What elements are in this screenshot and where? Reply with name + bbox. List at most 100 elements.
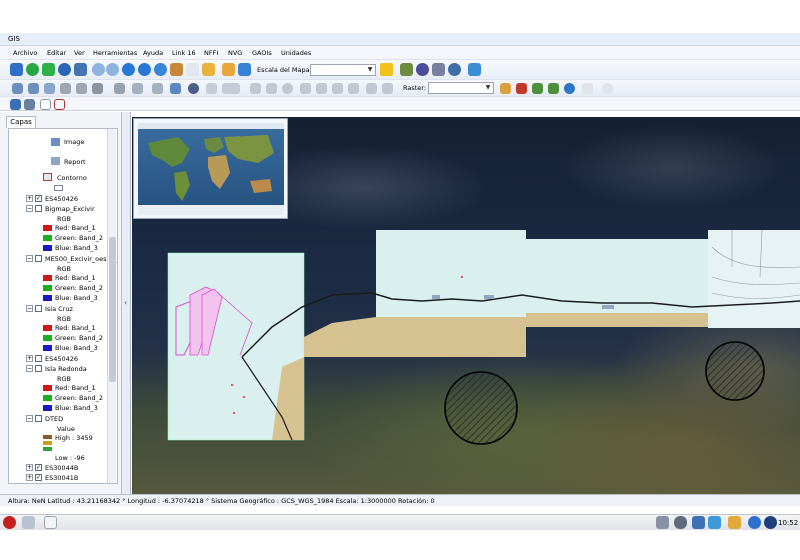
- settings-icon[interactable]: [432, 63, 445, 76]
- scale-combo[interactable]: ▼: [310, 64, 376, 76]
- layer-es450426-2[interactable]: ES450426: [45, 355, 78, 363]
- layer-dted[interactable]: DTED: [45, 415, 63, 423]
- viewshed-icon[interactable]: [282, 83, 293, 94]
- layer-me500[interactable]: ME500_Excivir_oeste_: [45, 255, 116, 263]
- layer-checkbox[interactable]: [35, 365, 42, 372]
- save-icon[interactable]: [74, 63, 87, 76]
- layer-checkbox[interactable]: [35, 305, 42, 312]
- layer-checkbox[interactable]: [35, 415, 42, 422]
- draw-tool-icon[interactable]: [92, 83, 103, 94]
- menu-ver[interactable]: Ver: [74, 49, 85, 57]
- layer-checkbox[interactable]: [35, 255, 42, 262]
- compass-icon[interactable]: [114, 83, 125, 94]
- tag-icon[interactable]: [44, 83, 55, 94]
- app-window-icon[interactable]: [44, 516, 57, 529]
- earth-icon[interactable]: [154, 63, 167, 76]
- pointer-icon[interactable]: [186, 63, 199, 76]
- terrain-icon[interactable]: [250, 83, 261, 94]
- path-icon[interactable]: [300, 83, 311, 94]
- user-tray-icon[interactable]: [656, 516, 669, 529]
- layer-es450426[interactable]: ES450426: [45, 195, 78, 203]
- tree-report[interactable]: Report: [64, 158, 86, 166]
- tree-image[interactable]: Image: [64, 138, 84, 146]
- menu-nvg[interactable]: NVG: [228, 49, 242, 57]
- layer-checkbox[interactable]: ✓: [35, 474, 42, 481]
- network-icon[interactable]: [448, 63, 461, 76]
- layer-style-icon[interactable]: [400, 63, 413, 76]
- layer-checkbox[interactable]: ✓: [35, 464, 42, 471]
- world-icon[interactable]: [416, 63, 429, 76]
- select-area-icon[interactable]: [28, 83, 39, 94]
- menu-herramientas[interactable]: Herramientas: [93, 49, 137, 57]
- collapse-arrow-icon[interactable]: ‹: [124, 298, 127, 307]
- profile-icon[interactable]: [206, 83, 217, 94]
- display-tray-icon[interactable]: [708, 516, 721, 529]
- grid-icon[interactable]: [132, 83, 143, 94]
- select-feature-icon[interactable]: [12, 83, 23, 94]
- draw-line-icon[interactable]: [60, 83, 71, 94]
- expand-icon[interactable]: +: [26, 355, 33, 362]
- shade-icon[interactable]: [316, 83, 327, 94]
- favorite-star-icon[interactable]: [380, 63, 393, 76]
- layer-es30041b[interactable]: ES30041B: [45, 474, 78, 482]
- wand-icon[interactable]: [500, 83, 511, 94]
- menu-gaois[interactable]: GAOIs: [252, 49, 272, 57]
- collapse-icon[interactable]: −: [26, 205, 33, 212]
- identify-icon[interactable]: [222, 63, 235, 76]
- raster-combo[interactable]: ▼: [428, 82, 494, 94]
- menu-nffi[interactable]: NFFI: [204, 49, 218, 57]
- overview-map[interactable]: [133, 118, 288, 219]
- pick-color-icon[interactable]: [516, 83, 527, 94]
- settings-tray-icon[interactable]: [674, 516, 687, 529]
- pin-icon[interactable]: [468, 63, 481, 76]
- layer-bigmap[interactable]: Bigmap_Excivir: [45, 205, 95, 213]
- layer-es30044b[interactable]: ES30044B: [45, 464, 78, 472]
- clock-tool-icon[interactable]: [602, 83, 613, 94]
- document-icon[interactable]: [582, 83, 593, 94]
- line-of-sight-icon[interactable]: [266, 83, 277, 94]
- tab-capas[interactable]: Capas: [6, 116, 36, 128]
- contour-icon[interactable]: [348, 83, 359, 94]
- help-icon[interactable]: [748, 516, 761, 529]
- collapse-icon[interactable]: −: [26, 305, 33, 312]
- layer-checkbox[interactable]: [35, 355, 42, 362]
- power-icon[interactable]: [3, 516, 16, 529]
- expand-icon[interactable]: +: [26, 474, 33, 481]
- forward-icon[interactable]: [138, 63, 151, 76]
- camera-icon[interactable]: [170, 83, 181, 94]
- layer-checkbox[interactable]: [35, 205, 42, 212]
- panel-splitter[interactable]: ‹: [122, 112, 131, 494]
- back-icon[interactable]: [122, 63, 135, 76]
- menu-ayuda[interactable]: Ayuda: [143, 49, 163, 57]
- hand-icon[interactable]: [202, 63, 215, 76]
- layer-isla-cruz[interactable]: Isla Cruz: [45, 305, 73, 313]
- globe-icon[interactable]: [58, 63, 71, 76]
- menu-unidades[interactable]: Unidades: [281, 49, 311, 57]
- info-icon[interactable]: [564, 83, 575, 94]
- print-icon[interactable]: [24, 99, 35, 110]
- refresh-icon[interactable]: [26, 63, 39, 76]
- tree-contorno[interactable]: Contorno: [57, 174, 87, 182]
- pan-hand-icon[interactable]: [170, 63, 183, 76]
- expand-icon[interactable]: +: [26, 464, 33, 471]
- menu-archivo[interactable]: Archivo: [13, 49, 37, 57]
- zoom-out-icon[interactable]: [106, 63, 119, 76]
- expand-icon[interactable]: +: [26, 195, 33, 202]
- target-icon[interactable]: [188, 83, 199, 94]
- collapse-icon[interactable]: −: [26, 255, 33, 262]
- zoom-in-icon[interactable]: [92, 63, 105, 76]
- cut-icon[interactable]: [152, 83, 163, 94]
- menu-editar[interactable]: Editar: [47, 49, 66, 57]
- tools-icon[interactable]: [22, 516, 35, 529]
- raster-layer-icon[interactable]: [532, 83, 543, 94]
- tree-scrollbar[interactable]: [107, 129, 116, 483]
- layer-checkbox[interactable]: ✓: [35, 195, 42, 202]
- network-tray-icon[interactable]: [692, 516, 705, 529]
- measure-icon[interactable]: [238, 63, 251, 76]
- slope-icon[interactable]: [332, 83, 343, 94]
- users-tray-icon[interactable]: [728, 516, 741, 529]
- layer-isla-redonda[interactable]: Isla Redonda: [45, 365, 87, 373]
- navigate-icon[interactable]: [10, 99, 21, 110]
- edit-vertex-icon[interactable]: [76, 83, 87, 94]
- close-layer-icon[interactable]: [54, 99, 65, 110]
